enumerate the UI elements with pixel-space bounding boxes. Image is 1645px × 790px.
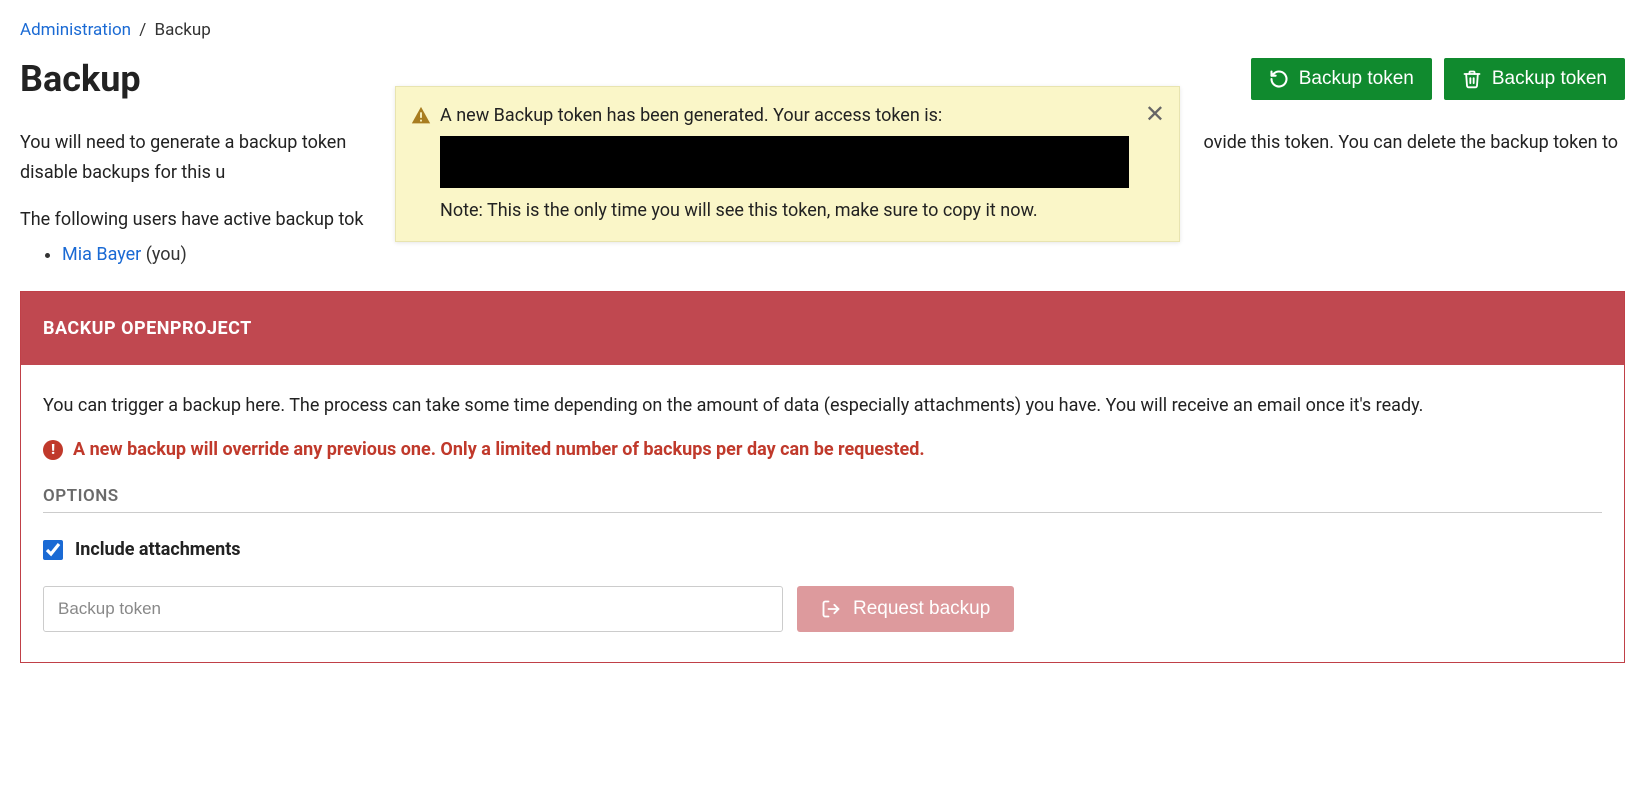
backup-panel: BACKUP OPENPROJECT You can trigger a bac…: [20, 291, 1625, 663]
warning-icon: [410, 105, 432, 131]
include-attachments-row: Include attachments: [43, 539, 1602, 560]
page-title: Backup: [20, 58, 141, 100]
exclamation-icon: !: [43, 440, 63, 460]
request-backup-button[interactable]: Request backup: [797, 586, 1014, 632]
warning-line: ! A new backup will override any previou…: [43, 439, 1602, 460]
breadcrumb-root-link[interactable]: Administration: [20, 20, 131, 40]
breadcrumb-separator: /: [139, 20, 146, 40]
toast-note: Note: This is the only time you will see…: [440, 200, 1129, 221]
breadcrumb-current: Backup: [154, 20, 210, 40]
include-attachments-label[interactable]: Include attachments: [75, 539, 241, 560]
you-suffix: (you): [146, 244, 187, 265]
backup-token-input[interactable]: [43, 586, 783, 632]
panel-body: You can trigger a backup here. The proce…: [21, 365, 1624, 662]
refresh-icon: [1269, 69, 1289, 89]
breadcrumb: Administration / Backup: [20, 20, 1625, 40]
button-label: Backup token: [1492, 68, 1607, 90]
button-label: Request backup: [853, 598, 990, 620]
token-value-redacted: [440, 136, 1129, 188]
header-actions: Backup token Backup token: [1251, 58, 1625, 100]
request-row: Request backup: [43, 586, 1602, 632]
user-link[interactable]: Mia Bayer: [62, 244, 141, 265]
trash-icon: [1462, 69, 1482, 89]
include-attachments-checkbox[interactable]: [43, 540, 63, 560]
export-icon: [821, 599, 841, 619]
delete-backup-token-button[interactable]: Backup token: [1444, 58, 1625, 100]
warning-text: A new backup will override any previous …: [73, 439, 925, 460]
options-heading: OPTIONS: [43, 486, 1602, 513]
regenerate-backup-token-button[interactable]: Backup token: [1251, 58, 1432, 100]
token-toast: ✕ A new Backup token has been generated.…: [395, 86, 1180, 242]
user-list: Mia Bayer (you): [62, 244, 1625, 265]
toast-title: A new Backup token has been generated. Y…: [440, 105, 1129, 126]
panel-header: BACKUP OPENPROJECT: [21, 292, 1624, 365]
close-icon: ✕: [1145, 101, 1165, 128]
panel-description: You can trigger a backup here. The proce…: [43, 391, 1602, 421]
button-label: Backup token: [1299, 68, 1414, 90]
user-list-item: Mia Bayer (you): [62, 244, 1625, 265]
close-toast-button[interactable]: ✕: [1145, 103, 1165, 127]
